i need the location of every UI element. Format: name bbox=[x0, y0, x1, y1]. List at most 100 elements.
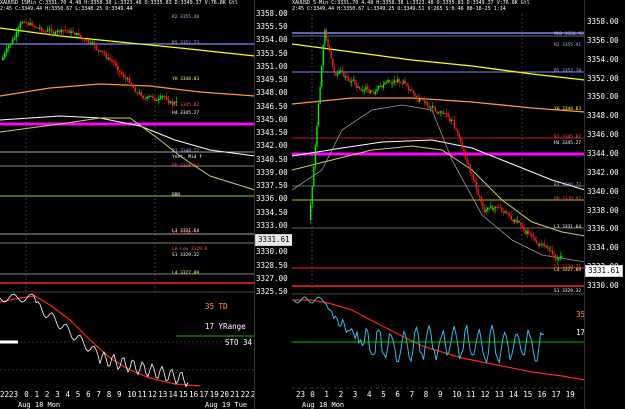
candle-body bbox=[52, 32, 55, 35]
candle-body bbox=[341, 70, 343, 73]
price-scale-label: 3348.00 bbox=[587, 111, 619, 121]
candle-body bbox=[107, 57, 109, 59]
candle-body bbox=[109, 57, 111, 60]
x-axis-label: 4 bbox=[367, 390, 372, 399]
price-scale-label: 3343.50 bbox=[256, 128, 288, 138]
candle-body bbox=[44, 31, 47, 33]
candle-body bbox=[134, 87, 137, 93]
candle-body bbox=[510, 215, 512, 221]
candle-body bbox=[540, 243, 542, 245]
candle-body bbox=[393, 80, 396, 83]
candle-body bbox=[450, 119, 452, 122]
candle-body bbox=[509, 213, 511, 216]
candle-body bbox=[447, 113, 449, 118]
candle-body bbox=[523, 226, 525, 231]
pivot-level-label: PP 3338.97 bbox=[554, 197, 582, 202]
x-axis-label: 17 bbox=[551, 390, 561, 399]
candle-body bbox=[381, 85, 383, 88]
candle-body bbox=[486, 207, 489, 210]
candle-body bbox=[401, 83, 403, 85]
candle-body bbox=[317, 103, 320, 126]
x-axis-label: 7 bbox=[409, 390, 415, 399]
left-price-chart[interactable] bbox=[0, 0, 255, 409]
right-price-scale[interactable]: 3358.00 3356.00 3354.00 3352.00 3350.00 3348.… bbox=[585, 0, 625, 409]
price-scale-label: 3327.00 bbox=[256, 273, 288, 283]
pane-divider-right[interactable] bbox=[584, 0, 585, 409]
right-chart-pane[interactable]: XAUUSD 5-Min C:3331.70 4.48 H:3358.38 L:… bbox=[292, 0, 585, 409]
price-scale-label: 3342.00 bbox=[587, 167, 619, 177]
candle-body bbox=[62, 29, 65, 31]
candle-body bbox=[434, 106, 437, 111]
candle-body bbox=[93, 42, 96, 46]
x-axis-label: 23 bbox=[296, 390, 306, 399]
candle-body bbox=[559, 256, 561, 259]
price-scale-label: 3358.00 bbox=[587, 17, 619, 26]
candle-body bbox=[521, 225, 524, 227]
candle-body bbox=[83, 39, 86, 41]
candle-body bbox=[384, 82, 386, 85]
price-scale-label: 3336.00 bbox=[587, 224, 619, 234]
x-axis-label: 14 bbox=[168, 390, 178, 399]
x-axis-label: 12 bbox=[147, 390, 157, 399]
sto-value: 34 bbox=[243, 338, 253, 347]
x-axis-label: 5 bbox=[381, 390, 386, 399]
candle-body bbox=[461, 142, 463, 149]
candle-body bbox=[556, 259, 558, 261]
candle-body bbox=[493, 208, 495, 211]
left-chart-pane[interactable]: XAUUSD 15Min C:3331.70 4.48 H:3358.38 L:… bbox=[0, 0, 255, 409]
candle-body bbox=[529, 233, 531, 235]
candle-body bbox=[99, 50, 102, 52]
x-axis-label: 8 bbox=[423, 390, 429, 399]
x-axis-label: 10 bbox=[452, 390, 462, 399]
center-price-scale[interactable]: 3358.00 3355.50 3354.00 3353.50 3351.00 3349.… bbox=[255, 0, 292, 409]
candle-body bbox=[439, 110, 441, 113]
candle-body bbox=[81, 37, 84, 40]
candle-body bbox=[532, 235, 535, 238]
x-axis-label: 4 bbox=[65, 390, 71, 399]
candle-body bbox=[464, 151, 467, 158]
pivot-level-label: R2 3355.41 bbox=[554, 43, 582, 48]
candle-body bbox=[41, 27, 43, 31]
pivot-level-label: L3 3331.64 bbox=[554, 225, 582, 230]
x-axis-label: 0 bbox=[24, 390, 29, 399]
price-scale-label: 3340.00 bbox=[587, 186, 619, 196]
moving-average-line bbox=[0, 115, 255, 157]
candle-body bbox=[453, 120, 456, 129]
candle-body bbox=[17, 27, 20, 33]
price-scale-label: 3358.00 bbox=[256, 9, 288, 18]
candle-body bbox=[70, 31, 72, 34]
x-axis-label: 9 bbox=[117, 390, 122, 399]
candle-body bbox=[338, 72, 340, 74]
candle-body bbox=[398, 78, 400, 83]
candle-body bbox=[513, 219, 516, 222]
candle-body bbox=[482, 202, 484, 209]
x-axis-label: 11 bbox=[466, 390, 476, 399]
price-scale-label: 3353.50 bbox=[256, 48, 288, 58]
candle-body bbox=[343, 72, 345, 77]
price-scale-label: 3351.00 bbox=[256, 61, 288, 71]
price-scale-label: 3334.00 bbox=[587, 243, 619, 253]
pivot-level-label: L4 3327.09 bbox=[172, 271, 200, 276]
candle-body bbox=[475, 182, 478, 190]
candle-body bbox=[25, 22, 27, 24]
pivot-level-label: LH Low 3329.0 bbox=[172, 247, 208, 252]
pane-divider-left[interactable] bbox=[254, 0, 255, 409]
x-axis-label: 14 bbox=[509, 390, 519, 399]
candle-body bbox=[504, 211, 506, 213]
candle-body bbox=[445, 113, 448, 115]
candle-body bbox=[64, 29, 66, 31]
candle-body bbox=[142, 95, 144, 99]
candle-body bbox=[545, 246, 547, 248]
price-scale-label: 3348.00 bbox=[256, 88, 288, 98]
price-scale-label: 3342.00 bbox=[256, 141, 288, 151]
x-axis-label: 13 bbox=[158, 390, 168, 399]
candle-body bbox=[87, 40, 90, 44]
pivot-level-label: R1 3345.82 bbox=[172, 103, 200, 108]
pivot-level-label: R3 3340.72 bbox=[172, 149, 200, 154]
candle-body bbox=[117, 66, 119, 71]
candle-body bbox=[431, 105, 433, 108]
candle-body bbox=[138, 92, 141, 94]
right-price-chart[interactable] bbox=[292, 0, 585, 409]
candle-body bbox=[390, 81, 392, 84]
candle-body bbox=[524, 230, 527, 235]
